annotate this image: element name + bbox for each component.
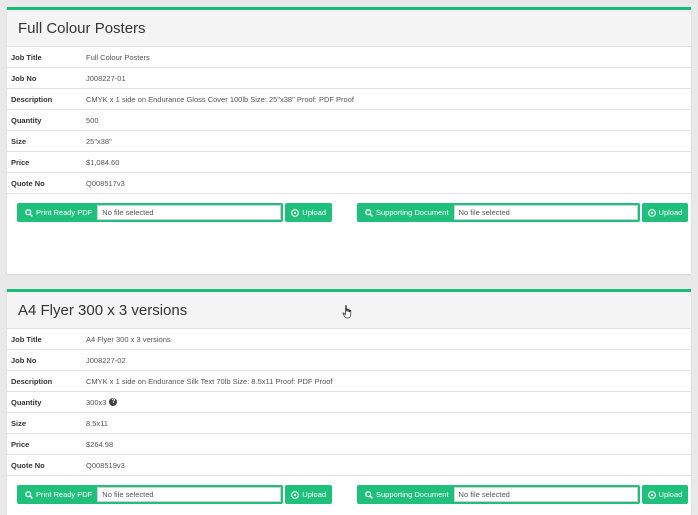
upload-circle-icon bbox=[291, 208, 300, 217]
row-value: CMYK x 1 side on Endurance Silk Text 70l… bbox=[86, 376, 333, 386]
row-value: $264.98 bbox=[86, 439, 114, 449]
table-row: Price $264.98 bbox=[7, 434, 691, 455]
row-label: Job No bbox=[11, 73, 37, 83]
row-label: Job Title bbox=[11, 52, 42, 62]
upload-label: Upload bbox=[658, 490, 683, 499]
supporting-label: Supporting Document bbox=[376, 490, 449, 499]
row-value: J008227-02 bbox=[86, 355, 126, 365]
supporting-label: Supporting Document bbox=[376, 208, 449, 217]
panel-title: A4 Flyer 300 x 3 versions bbox=[18, 301, 188, 319]
upload-label: Upload bbox=[302, 208, 327, 217]
row-label: Quantity bbox=[11, 115, 42, 125]
row-value: CMYK x 1 side on Endurance Gloss Cover 1… bbox=[86, 94, 354, 104]
print-ready-file-picker[interactable]: Print Ready PDF No file selected bbox=[17, 203, 284, 222]
table-row: Quote No Q008517v3 bbox=[7, 173, 691, 194]
row-label: Quantity bbox=[11, 397, 42, 407]
row-value: Q008517v3 bbox=[86, 178, 125, 188]
job-details-table: Job Title Full Colour Posters Job No J00… bbox=[7, 47, 691, 194]
row-value: 25"x38" bbox=[86, 136, 112, 146]
print-ready-upload-group: Print Ready PDF No file selected Upload bbox=[17, 485, 333, 504]
question-circle-icon[interactable]: ? bbox=[109, 398, 118, 406]
upload-label: Upload bbox=[302, 490, 327, 499]
row-label: Price bbox=[11, 439, 30, 449]
supporting-file-field[interactable]: No file selected bbox=[453, 205, 638, 220]
print-ready-upload-button[interactable]: Upload bbox=[285, 485, 333, 504]
supporting-browse-button[interactable]: Supporting Document bbox=[359, 205, 454, 220]
print-ready-browse-button[interactable]: Print Ready PDF bbox=[19, 487, 97, 502]
upload-label: Upload bbox=[658, 208, 683, 217]
panel-header: Full Colour Posters bbox=[7, 10, 691, 47]
table-row: Price $1,084.60 bbox=[7, 152, 691, 173]
supporting-file-picker[interactable]: Supporting Document No file selected bbox=[357, 203, 640, 222]
print-ready-file-field[interactable]: No file selected bbox=[97, 487, 282, 502]
row-value: 300x3 ? bbox=[86, 397, 118, 407]
table-row: Job No J008227-01 bbox=[7, 68, 691, 89]
supporting-file-picker[interactable]: Supporting Document No file selected bbox=[357, 485, 640, 504]
supporting-upload-button[interactable]: Upload bbox=[641, 203, 689, 222]
row-label: Size bbox=[11, 136, 27, 146]
print-ready-file-field[interactable]: No file selected bbox=[97, 205, 282, 220]
search-icon bbox=[365, 208, 373, 217]
hand-cursor-icon bbox=[342, 305, 352, 319]
print-ready-upload-group: Print Ready PDF No file selected Upload bbox=[17, 203, 333, 222]
search-icon bbox=[365, 490, 373, 499]
table-row: Job Title Full Colour Posters bbox=[7, 47, 691, 68]
table-row: Job No J008227-02 bbox=[7, 350, 691, 371]
table-row: Description CMYK x 1 side on Endurance S… bbox=[7, 371, 691, 392]
print-ready-browse-button[interactable]: Print Ready PDF bbox=[19, 205, 97, 220]
upload-section: Print Ready PDF No file selected Upload … bbox=[7, 194, 691, 222]
upload-section: Print Ready PDF No file selected Upload … bbox=[7, 476, 691, 504]
quantity-value: 300x3 bbox=[86, 397, 107, 407]
row-value: 8.5x11 bbox=[86, 418, 108, 428]
row-value: J008227-01 bbox=[86, 73, 126, 83]
row-value: 500 bbox=[86, 115, 99, 125]
table-row: Description CMYK x 1 side on Endurance G… bbox=[7, 89, 691, 110]
row-label: Price bbox=[11, 157, 30, 167]
print-ready-upload-button[interactable]: Upload bbox=[285, 203, 333, 222]
row-value: Full Colour Posters bbox=[86, 52, 150, 62]
table-row: Quantity 500 bbox=[7, 110, 691, 131]
job-panel-2: A4 Flyer 300 x 3 versions Job Title A4 F… bbox=[7, 289, 691, 515]
search-icon bbox=[25, 490, 33, 499]
table-row: Size 25"x38" bbox=[7, 131, 691, 152]
table-row: Job Title A4 Flyer 300 x 3 versions bbox=[7, 329, 691, 350]
row-label: Quote No bbox=[11, 460, 45, 470]
row-label: Job No bbox=[11, 355, 37, 365]
row-value: $1,084.60 bbox=[86, 157, 120, 167]
upload-circle-icon bbox=[647, 490, 656, 499]
supporting-upload-group: Supporting Document No file selected Upl… bbox=[357, 485, 689, 504]
search-icon bbox=[25, 208, 33, 217]
print-ready-file-picker[interactable]: Print Ready PDF No file selected bbox=[17, 485, 284, 504]
row-label: Description bbox=[11, 376, 53, 386]
table-row: Size 8.5x11 bbox=[7, 413, 691, 434]
row-label: Quote No bbox=[11, 178, 45, 188]
panel-title: Full Colour Posters bbox=[18, 19, 146, 37]
print-ready-label: Print Ready PDF bbox=[36, 208, 93, 217]
upload-circle-icon bbox=[291, 490, 300, 499]
row-value: A4 Flyer 300 x 3 versions bbox=[86, 334, 171, 344]
job-details-table: Job Title A4 Flyer 300 x 3 versions Job … bbox=[7, 329, 691, 476]
job-panel-1: Full Colour Posters Job Title Full Colou… bbox=[7, 7, 691, 274]
print-ready-label: Print Ready PDF bbox=[36, 490, 93, 499]
upload-circle-icon bbox=[647, 208, 656, 217]
table-row: Quote No Q008519v3 bbox=[7, 455, 691, 476]
row-label: Size bbox=[11, 418, 27, 428]
table-row: Quantity 300x3 ? bbox=[7, 392, 691, 413]
row-label: Description bbox=[11, 94, 53, 104]
row-value: Q008519v3 bbox=[86, 460, 125, 470]
supporting-upload-button[interactable]: Upload bbox=[641, 485, 689, 504]
row-label: Job Title bbox=[11, 334, 42, 344]
supporting-file-field[interactable]: No file selected bbox=[453, 487, 638, 502]
supporting-upload-group: Supporting Document No file selected Upl… bbox=[357, 203, 689, 222]
supporting-browse-button[interactable]: Supporting Document bbox=[359, 487, 454, 502]
